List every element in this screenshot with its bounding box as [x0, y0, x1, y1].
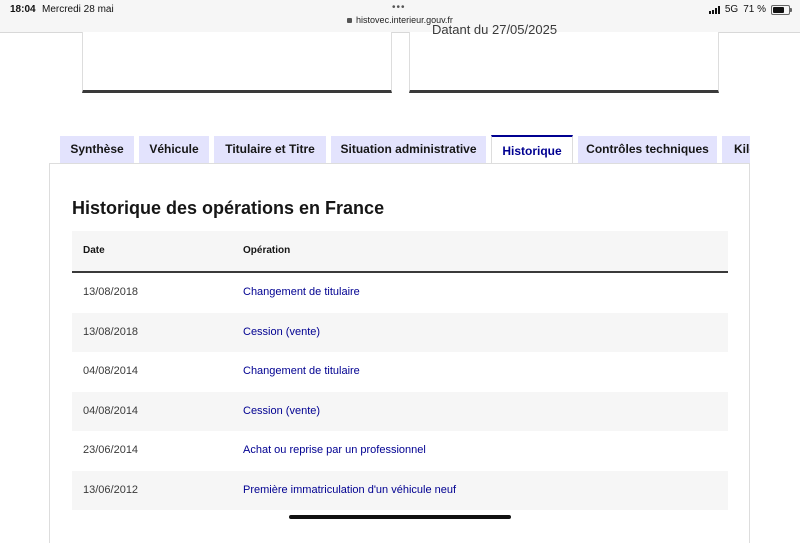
section-title: Historique des opérations en France — [72, 198, 385, 218]
tab-synthese[interactable]: Synthèse — [60, 136, 134, 163]
tab-vehicule[interactable]: Véhicule — [139, 136, 209, 163]
tab-situation-administrative[interactable]: Situation administrative — [331, 136, 486, 163]
operations-table: Date Opération 13/08/2018 Changement de … — [72, 231, 728, 510]
tab-historique[interactable]: Historique — [491, 135, 573, 164]
more-dots-icon[interactable]: ••• — [392, 2, 406, 13]
row-operation: Cession (vente) — [243, 325, 321, 338]
table-row: 04/08/2014 Changement de titulaire — [72, 352, 728, 392]
summary-card-left — [82, 32, 392, 93]
table-row: 13/06/2012 Première immatriculation d'un… — [72, 470, 728, 510]
status-bar: 18:04 Mercredi 28 mai ••• histovec.inter… — [0, 0, 800, 33]
home-indicator[interactable] — [289, 515, 511, 519]
battery-fill — [773, 6, 784, 13]
status-time: 18:04 — [10, 4, 36, 15]
battery-percent: 71 % — [743, 4, 766, 15]
signal-icon — [708, 5, 720, 14]
row-date: 04/08/2014 — [83, 404, 139, 417]
tab-controles-techniques[interactable]: Contrôles techniques — [578, 136, 717, 163]
card-date-text: Datant du 27/05/2025 — [432, 22, 558, 37]
table-row: 13/08/2018 Changement de titulaire — [72, 273, 728, 313]
table-row: 13/08/2018 Cession (vente) — [72, 312, 728, 352]
network-label: 5G — [724, 4, 739, 15]
lock-icon — [347, 18, 353, 23]
status-indicators: 5G 71 % — [708, 4, 792, 15]
row-date: 13/06/2012 — [83, 483, 139, 496]
tab-kilometrage[interactable]: Kilométrage — [722, 136, 750, 163]
row-date: 23/06/2014 — [83, 444, 139, 456]
battery-icon — [771, 4, 792, 15]
row-date: 04/08/2014 — [83, 365, 139, 377]
row-date: 13/08/2018 — [83, 325, 139, 338]
table-header: Date Opération — [72, 231, 728, 273]
summary-card-right: Datant du 27/05/2025 — [409, 22, 719, 93]
tab-titulaire-titre[interactable]: Titulaire et Titre — [214, 136, 326, 163]
header-date: Date — [83, 245, 105, 256]
address-bar[interactable]: histovec.interieur.gouv.fr — [0, 15, 800, 25]
row-operation: Première immatriculation d'un véhicule n… — [243, 483, 457, 496]
row-operation: Cession (vente) — [243, 404, 321, 417]
table-row: 04/08/2014 Cession (vente) — [72, 391, 728, 431]
row-date: 13/08/2018 — [83, 286, 139, 298]
tab-list: Synthèse Véhicule Titulaire et Titre Sit… — [60, 135, 750, 164]
header-operation: Opération — [243, 245, 291, 256]
row-operation: Changement de titulaire — [243, 286, 360, 298]
table-row: 23/06/2014 Achat ou reprise par un profe… — [72, 431, 728, 471]
row-operation: Changement de titulaire — [243, 365, 360, 377]
status-date: Mercredi 28 mai — [42, 4, 114, 15]
row-operation: Achat ou reprise par un professionnel — [243, 444, 426, 456]
